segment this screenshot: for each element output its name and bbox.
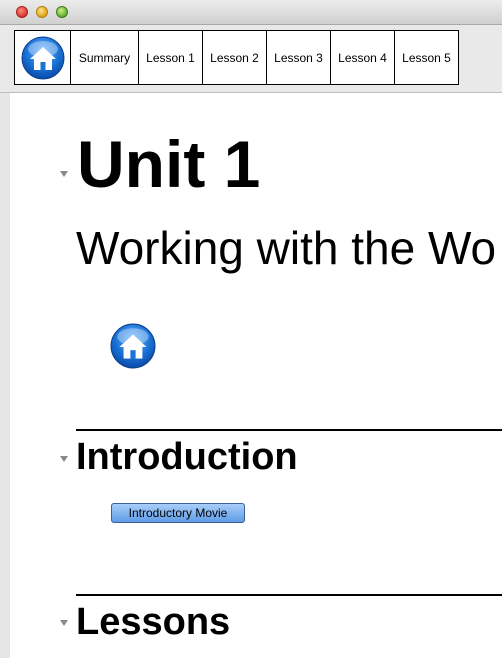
section-divider bbox=[76, 594, 502, 596]
nav-bar: Summary Lesson 1 Lesson 2 Lesson 3 Lesso… bbox=[14, 30, 459, 85]
section-heading-introduction: Introduction bbox=[76, 436, 298, 478]
section-divider bbox=[76, 429, 502, 431]
nav-tab-lesson-3[interactable]: Lesson 3 bbox=[267, 31, 331, 84]
minimize-window-button[interactable] bbox=[36, 6, 48, 18]
section-heading-lessons: Lessons bbox=[76, 601, 231, 643]
nav-tab-lesson-2[interactable]: Lesson 2 bbox=[203, 31, 267, 84]
nav-tab-summary[interactable]: Summary bbox=[71, 31, 139, 84]
nav-tab-lesson-1[interactable]: Lesson 1 bbox=[139, 31, 203, 84]
close-window-button[interactable] bbox=[16, 6, 28, 18]
unit-subtitle: Working with the Wo bbox=[76, 222, 497, 274]
disclosure-triangle-introduction[interactable] bbox=[60, 456, 68, 462]
navigation-toolbar: Summary Lesson 1 Lesson 2 Lesson 3 Lesso… bbox=[0, 25, 502, 93]
document-content: Unit 1 Working with the Wo Introduction … bbox=[10, 93, 502, 658]
nav-tab-lesson-4[interactable]: Lesson 4 bbox=[331, 31, 395, 84]
nav-home-button[interactable] bbox=[15, 31, 71, 84]
introductory-movie-button[interactable]: Introductory Movie bbox=[111, 503, 245, 523]
unit-title: Unit 1 bbox=[77, 127, 261, 201]
disclosure-triangle-unit[interactable] bbox=[60, 171, 68, 177]
window-titlebar bbox=[0, 0, 502, 25]
home-icon bbox=[110, 323, 156, 369]
home-icon bbox=[21, 36, 65, 80]
zoom-window-button[interactable] bbox=[56, 6, 68, 18]
home-link[interactable] bbox=[110, 323, 156, 374]
nav-tab-lesson-5[interactable]: Lesson 5 bbox=[395, 31, 458, 84]
disclosure-triangle-lessons[interactable] bbox=[60, 620, 68, 626]
